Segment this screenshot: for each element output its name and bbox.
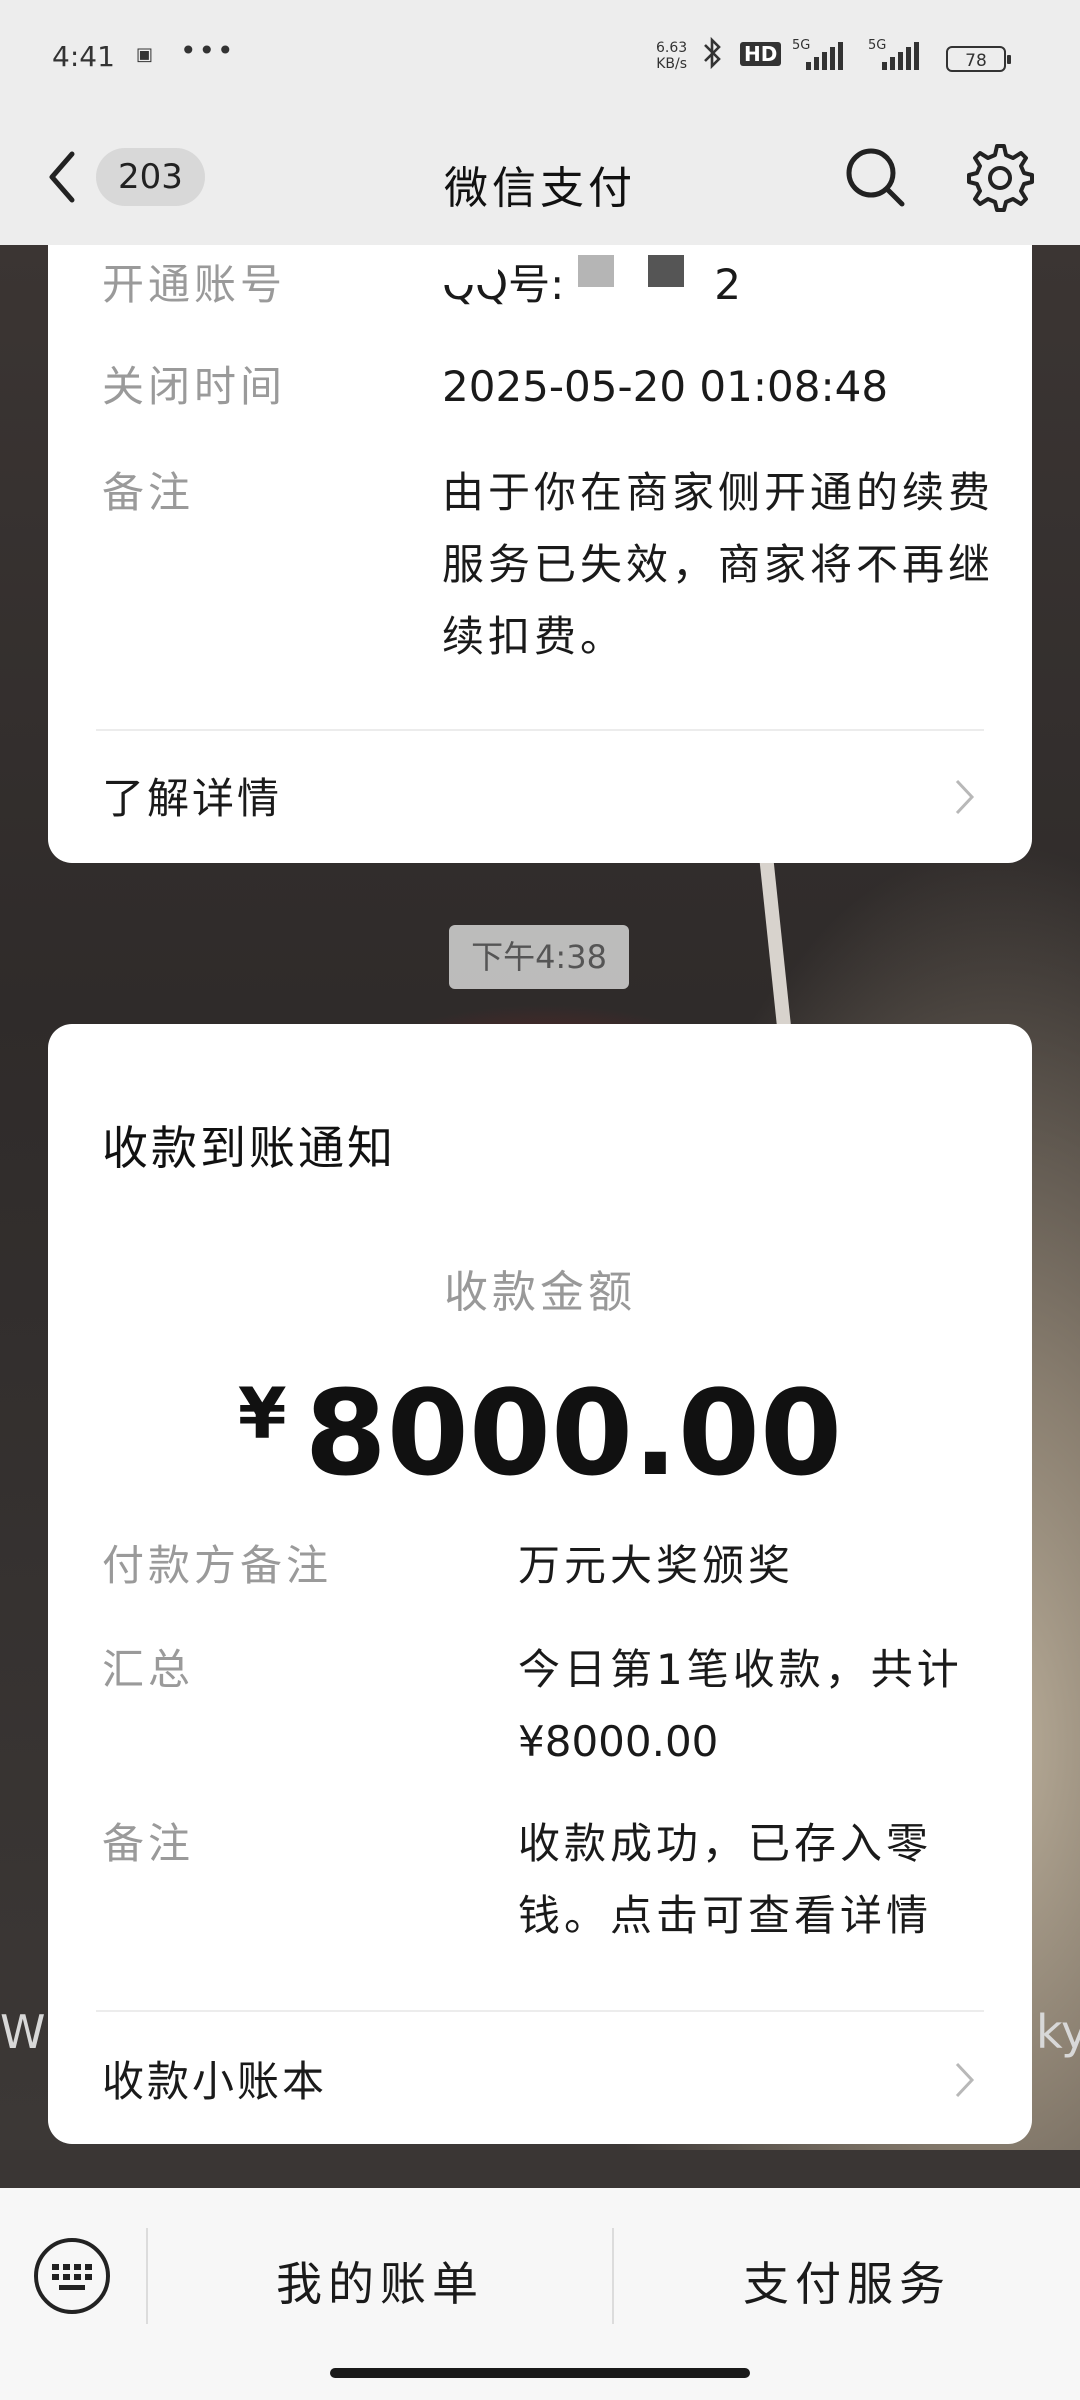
- info-label: 汇总: [102, 1645, 195, 1694]
- amount-label: 收款金额: [444, 1267, 636, 1318]
- background-text-right: ky: [1036, 2005, 1080, 2059]
- keyboard-icon[interactable]: [32, 2236, 112, 2316]
- info-label: 开通账号: [102, 260, 287, 309]
- divider: [96, 2010, 984, 2012]
- summary-amount: ¥8000.00: [518, 1717, 719, 1766]
- net-speed: 6.63 KB/s: [656, 40, 687, 72]
- bluetooth-icon: [702, 36, 724, 78]
- redaction-block: [338, 245, 498, 285]
- service-closed-card[interactable]: 开通账号 QQ号: 2 关闭时间 2025-05-20 01:08:48 备注 由…: [48, 245, 1032, 863]
- currency-symbol: ¥: [237, 1373, 287, 1455]
- page-title: 微信支付: [444, 163, 636, 214]
- chevron-right-icon: [952, 2058, 978, 2102]
- home-indicator[interactable]: [330, 2368, 750, 2378]
- divider: [96, 729, 984, 731]
- message-icon: ▣: [136, 44, 154, 65]
- background-text-left: W: [0, 2005, 46, 2059]
- battery-level: 78: [965, 51, 987, 71]
- redaction-block: [648, 255, 684, 287]
- search-icon[interactable]: [840, 142, 910, 212]
- info-value: 收款成功，已存入零钱。点击可查看详情: [518, 1819, 933, 1940]
- info-value: 由于你在商家侧开通的续费服务已失效，商家将不再继续扣费。: [442, 468, 995, 661]
- payment-received-card[interactable]: 收款到账通知 收款金额 ¥8000.00 付款方备注 万元大奖颁奖 汇总 今日第…: [48, 1024, 1032, 2144]
- account-suffix: 2: [714, 260, 742, 309]
- net-speed-value: 6.63: [656, 40, 688, 56]
- info-value: 2025-05-20 01:08:48: [442, 362, 889, 411]
- info-value: 万元大奖颁奖: [518, 1541, 795, 1590]
- signal-1-icon: 5G: [792, 38, 846, 70]
- status-time: 4:41: [52, 40, 115, 73]
- learn-more-label: 了解详情: [102, 774, 283, 823]
- message-timestamp: 下午4:38: [449, 925, 629, 989]
- gear-icon[interactable]: [960, 140, 1034, 214]
- net-speed-unit: KB/s: [656, 56, 687, 72]
- info-label: 付款方备注: [102, 1541, 333, 1590]
- battery-icon: 78: [946, 46, 1011, 72]
- receipt-ledger-label: 收款小账本: [102, 2057, 328, 2106]
- redaction-block: [578, 255, 614, 287]
- summary-text: 今日第1笔收款，共计: [518, 1645, 963, 1694]
- info-label: 备注: [102, 468, 195, 517]
- card-heading: 收款到账通知: [102, 1121, 396, 1175]
- more-notifications-icon: •••: [180, 34, 236, 67]
- hd-badge: HD: [740, 42, 782, 66]
- receipt-ledger-link[interactable]: 收款小账本: [102, 2048, 978, 2109]
- info-value: 今日第1笔收款，共计 ¥8000.00: [518, 1634, 998, 1778]
- chevron-right-icon: [952, 775, 978, 819]
- status-bar: 4:41 ▣ ••• 6.63 KB/s HD 5G 5G 78: [0, 0, 1080, 112]
- menu-payment-services[interactable]: 支付服务: [614, 2248, 1080, 2314]
- amount-value: ¥8000.00: [48, 1364, 1032, 1502]
- info-value: QQ号: 2: [442, 249, 1002, 321]
- info-label: 关闭时间: [102, 362, 287, 411]
- signal-2-icon: 5G: [868, 38, 922, 70]
- amount-number: 8000.00: [304, 1364, 843, 1502]
- learn-more-link[interactable]: 了解详情: [102, 765, 978, 826]
- info-label: 备注: [102, 1819, 195, 1868]
- menu-my-bills[interactable]: 我的账单: [148, 2248, 612, 2314]
- nav-bar: 203 微信支付: [0, 112, 1080, 245]
